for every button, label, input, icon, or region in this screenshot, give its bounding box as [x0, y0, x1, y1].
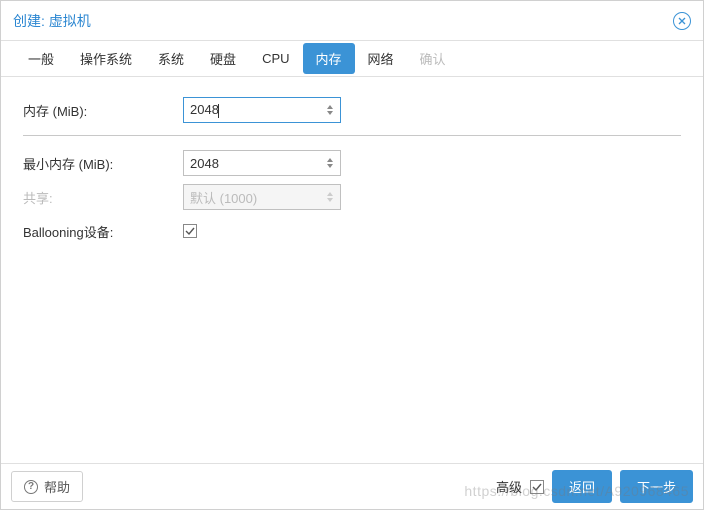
shares-row: 共享: 默认 (1000)	[23, 182, 681, 212]
shares-spinner-arrows	[324, 185, 340, 209]
min-memory-input[interactable]: 2048	[183, 150, 341, 176]
tab-os[interactable]: 操作系统	[67, 43, 145, 74]
ballooning-label: Ballooning设备:	[23, 222, 183, 241]
memory-row: 内存 (MiB): 2048	[23, 95, 681, 125]
tab-confirm: 确认	[407, 43, 459, 74]
close-icon	[678, 17, 686, 25]
help-icon: ?	[24, 480, 38, 494]
text-cursor	[218, 104, 219, 118]
close-button[interactable]	[673, 12, 691, 30]
min-memory-row: 最小内存 (MiB): 2048	[23, 148, 681, 178]
shares-label: 共享:	[23, 188, 183, 207]
advanced-label: 高级	[496, 477, 522, 496]
back-button[interactable]: 返回	[552, 470, 612, 503]
memory-label: 内存 (MiB):	[23, 101, 183, 120]
divider	[23, 135, 681, 136]
memory-panel: 内存 (MiB): 2048 最小内存 (MiB): 2048 共享:	[1, 77, 703, 463]
tab-network[interactable]: 网络	[355, 43, 407, 74]
shares-input: 默认 (1000)	[183, 184, 341, 210]
memory-input[interactable]: 2048	[183, 97, 341, 123]
spinner-down-icon[interactable]	[327, 111, 333, 115]
help-label: 帮助	[44, 477, 70, 496]
memory-spinner-arrows	[324, 98, 340, 122]
shares-placeholder-text: 默认 (1000)	[184, 188, 324, 207]
tab-cpu[interactable]: CPU	[249, 45, 302, 72]
check-icon	[185, 226, 195, 236]
wizard-tabs: 一般 操作系统 系统 硬盘 CPU 内存 网络 确认	[1, 41, 703, 77]
tab-disk[interactable]: 硬盘	[197, 43, 249, 74]
spinner-down-icon	[327, 198, 333, 202]
min-memory-spinner-arrows	[324, 151, 340, 175]
check-icon	[532, 482, 542, 492]
create-vm-dialog: 创建: 虚拟机 一般 操作系统 系统 硬盘 CPU 内存 网络 确认 内存 (M…	[0, 0, 704, 510]
spinner-up-icon[interactable]	[327, 158, 333, 162]
memory-value-text: 2048	[190, 102, 219, 117]
help-button[interactable]: ? 帮助	[11, 471, 83, 502]
tab-system[interactable]: 系统	[145, 43, 197, 74]
ballooning-checkbox[interactable]	[183, 224, 197, 238]
min-memory-label: 最小内存 (MiB):	[23, 154, 183, 173]
spinner-up-icon	[327, 192, 333, 196]
min-memory-value-text: 2048	[184, 156, 324, 171]
advanced-checkbox[interactable]	[530, 480, 544, 494]
dialog-title: 创建: 虚拟机	[13, 11, 91, 31]
tab-memory[interactable]: 内存	[303, 43, 355, 74]
tab-general[interactable]: 一般	[15, 43, 67, 74]
titlebar: 创建: 虚拟机	[1, 1, 703, 41]
footer-right-group: 高级 返回 下一步	[496, 470, 693, 503]
next-button[interactable]: 下一步	[620, 470, 693, 503]
spinner-down-icon[interactable]	[327, 164, 333, 168]
spinner-up-icon[interactable]	[327, 105, 333, 109]
dialog-footer: ? 帮助 高级 返回 下一步 https://blog.csdn.net/A92…	[1, 463, 703, 509]
ballooning-row: Ballooning设备:	[23, 216, 681, 246]
